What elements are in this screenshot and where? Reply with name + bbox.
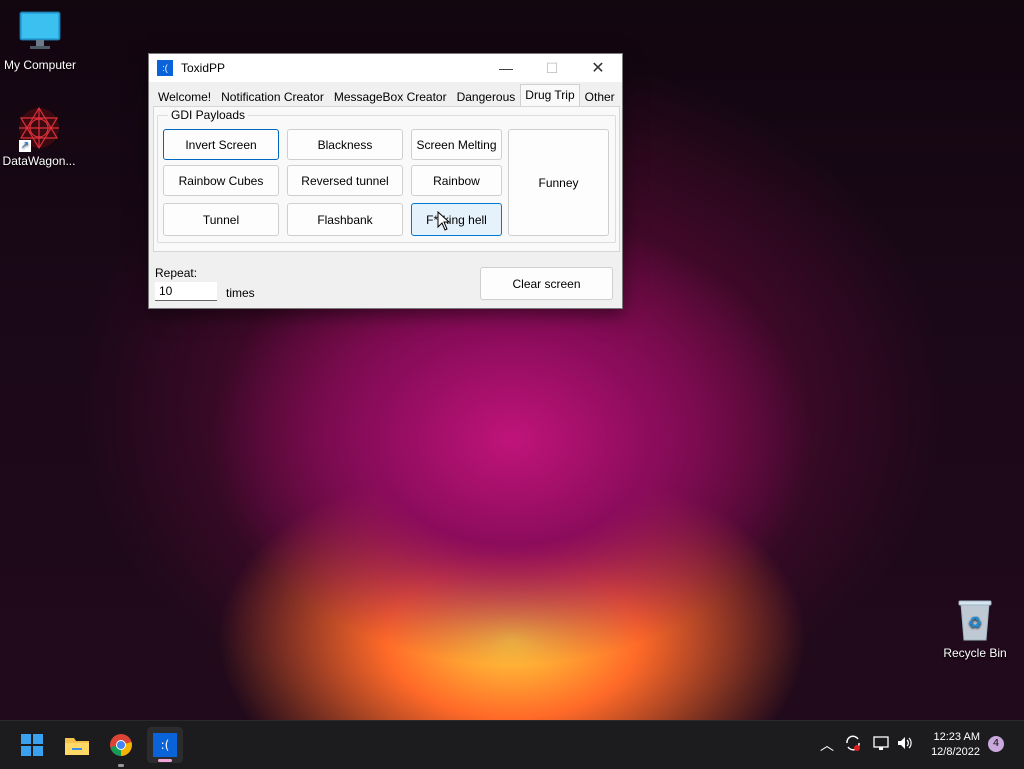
active-indicator xyxy=(158,759,172,762)
clear-screen-button[interactable]: Clear screen xyxy=(480,267,613,300)
tab-messagebox-creator[interactable]: MessageBox Creator xyxy=(329,86,452,108)
screen-melting-button[interactable]: Screen Melting xyxy=(411,129,502,160)
chevron-up-icon[interactable]: ︿ xyxy=(820,735,834,755)
tab-dangerous[interactable]: Dangerous xyxy=(452,86,521,108)
desktop-icon-label: My Computer xyxy=(3,58,77,72)
tab-other[interactable]: Other xyxy=(580,86,620,108)
desktop-icon-label: DataWagon... xyxy=(2,154,76,168)
tab-notification-creator[interactable]: Notification Creator xyxy=(216,86,329,108)
network-icon[interactable] xyxy=(872,734,890,756)
app-icon: :( xyxy=(157,60,173,76)
reversed-tunnel-button[interactable]: Reversed tunnel xyxy=(287,165,403,196)
group-label: GDI Payloads xyxy=(168,108,249,122)
running-indicator xyxy=(118,764,124,767)
notification-badge[interactable]: 4 xyxy=(988,736,1004,752)
close-button[interactable]: ✕ xyxy=(575,54,621,82)
toxidpp-icon: :( xyxy=(153,733,177,757)
volume-icon[interactable] xyxy=(896,734,914,756)
shortcut-arrow-icon: ↗ xyxy=(19,140,31,152)
rainbow-button[interactable]: Rainbow xyxy=(411,165,502,196)
tab-drug-trip[interactable]: Drug Trip xyxy=(520,84,580,107)
desktop-icon-datawagon[interactable]: ↗ DataWagon... xyxy=(0,106,79,168)
tab-panel-drug-trip: GDI Payloads Invert Screen Blackness Scr… xyxy=(153,106,620,252)
flashbank-button[interactable]: Flashbank xyxy=(287,203,403,236)
clock-time: 12:23 AM xyxy=(933,731,980,743)
toxidpp-taskbar-icon[interactable]: :( xyxy=(147,727,183,763)
blackness-button[interactable]: Blackness xyxy=(287,129,403,160)
invert-screen-button[interactable]: Invert Screen xyxy=(163,129,279,160)
title-bar[interactable]: :( ToxidPP — ☐ ✕ xyxy=(149,54,622,82)
gdi-payloads-group: GDI Payloads Invert Screen Blackness Scr… xyxy=(157,108,616,243)
fucking-hell-button[interactable]: F**king hell xyxy=(411,203,502,236)
desktop-icon-label: Recycle Bin xyxy=(943,646,1007,660)
times-label: times xyxy=(226,286,255,300)
tab-strip: Welcome! Notification Creator MessageBox… xyxy=(153,84,620,108)
repeat-label: Repeat: xyxy=(155,266,198,280)
datawagon-icon: ↗ xyxy=(17,106,61,152)
chrome-icon[interactable] xyxy=(105,729,137,767)
funney-button[interactable]: Funney xyxy=(508,129,609,236)
mouse-cursor-icon xyxy=(437,211,451,231)
maximize-button[interactable]: ☐ xyxy=(529,54,575,82)
desktop-icon-my-computer[interactable]: My Computer xyxy=(0,10,80,72)
tab-welcome[interactable]: Welcome! xyxy=(153,86,216,108)
system-clock[interactable]: 12:23 AM 12/8/2022 xyxy=(931,730,980,760)
toxidpp-window: :( ToxidPP — ☐ ✕ Welcome! Notification C… xyxy=(148,53,623,309)
desktop-icon-recycle-bin[interactable]: ♻ Recycle Bin xyxy=(935,598,1015,660)
monitor-icon xyxy=(18,10,62,54)
svg-text:♻: ♻ xyxy=(968,615,982,632)
repeat-count-input[interactable] xyxy=(155,282,217,301)
minimize-button[interactable]: — xyxy=(483,54,529,82)
file-explorer-icon[interactable] xyxy=(61,729,93,761)
start-icon[interactable] xyxy=(16,729,48,761)
taskbar: :( ︿ 12:23 AM 12/8/2022 4 xyxy=(0,720,1024,769)
rainbow-cubes-button[interactable]: Rainbow Cubes xyxy=(163,165,279,196)
clock-date: 12/8/2022 xyxy=(931,746,980,758)
sync-icon[interactable] xyxy=(844,734,862,756)
recycle-bin-icon: ♻ xyxy=(953,598,997,642)
window-title: ToxidPP xyxy=(181,61,226,75)
tunnel-button[interactable]: Tunnel xyxy=(163,203,279,236)
